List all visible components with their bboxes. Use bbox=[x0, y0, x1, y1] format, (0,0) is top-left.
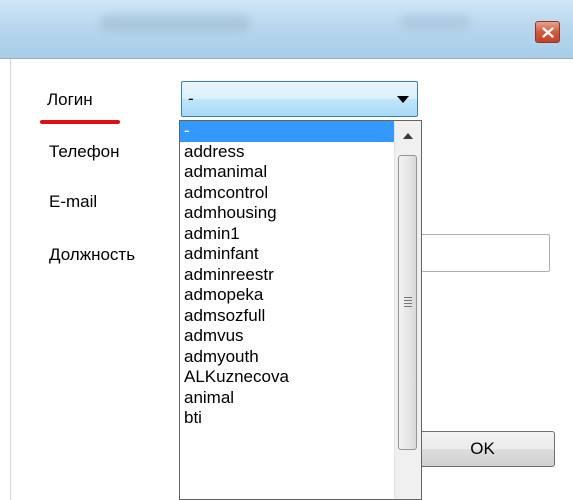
blurred-title-secondary bbox=[400, 14, 470, 30]
dropdown-option[interactable]: admin1 bbox=[180, 224, 395, 245]
phone-label: Телефон bbox=[49, 142, 120, 161]
dropdown-option[interactable]: address bbox=[180, 142, 395, 163]
close-icon bbox=[542, 27, 554, 38]
login-underline-mark bbox=[40, 120, 120, 124]
dropdown-option[interactable]: ALKuznecova bbox=[180, 367, 395, 388]
scroll-up-icon bbox=[403, 133, 413, 139]
login-dropdown-list[interactable]: - address admanimal admcontrol admhousing adm… bbox=[179, 120, 422, 500]
email-label: E-mail bbox=[49, 192, 98, 211]
close-button[interactable] bbox=[535, 21, 560, 43]
blurred-title bbox=[100, 14, 250, 32]
dropdown-option[interactable]: admyouth bbox=[180, 347, 395, 368]
dropdown-option[interactable]: admsozfull bbox=[180, 306, 395, 327]
login-combobox-value: - bbox=[188, 89, 194, 108]
login-label: Логин bbox=[47, 90, 93, 109]
dropdown-option[interactable]: bti bbox=[180, 408, 395, 429]
position-field[interactable] bbox=[410, 234, 550, 272]
position-label: Должность bbox=[49, 245, 136, 264]
scrollbar-thumb[interactable] bbox=[398, 155, 417, 450]
dropdown-option[interactable]: admanimal bbox=[180, 162, 395, 183]
chevron-down-icon[interactable] bbox=[397, 96, 409, 103]
dropdown-option[interactable]: admopeka bbox=[180, 285, 395, 306]
scrollbar[interactable] bbox=[394, 121, 421, 499]
scroll-up-button[interactable] bbox=[395, 121, 421, 155]
title-bar bbox=[0, 0, 573, 59]
dropdown-option[interactable]: adminreestr bbox=[180, 265, 395, 286]
dropdown-option[interactable]: animal bbox=[180, 388, 395, 409]
dropdown-option[interactable]: - bbox=[180, 121, 395, 142]
ok-button[interactable]: OK bbox=[410, 431, 555, 467]
dropdown-items: - address admanimal admcontrol admhousing adm… bbox=[180, 121, 395, 429]
login-combobox[interactable]: - bbox=[181, 81, 418, 117]
dropdown-option[interactable]: admcontrol bbox=[180, 183, 395, 204]
dropdown-option[interactable]: admhousing bbox=[180, 203, 395, 224]
grip-icon bbox=[404, 297, 412, 309]
dropdown-option[interactable]: adminfant bbox=[180, 244, 395, 265]
dropdown-option[interactable]: admvus bbox=[180, 326, 395, 347]
